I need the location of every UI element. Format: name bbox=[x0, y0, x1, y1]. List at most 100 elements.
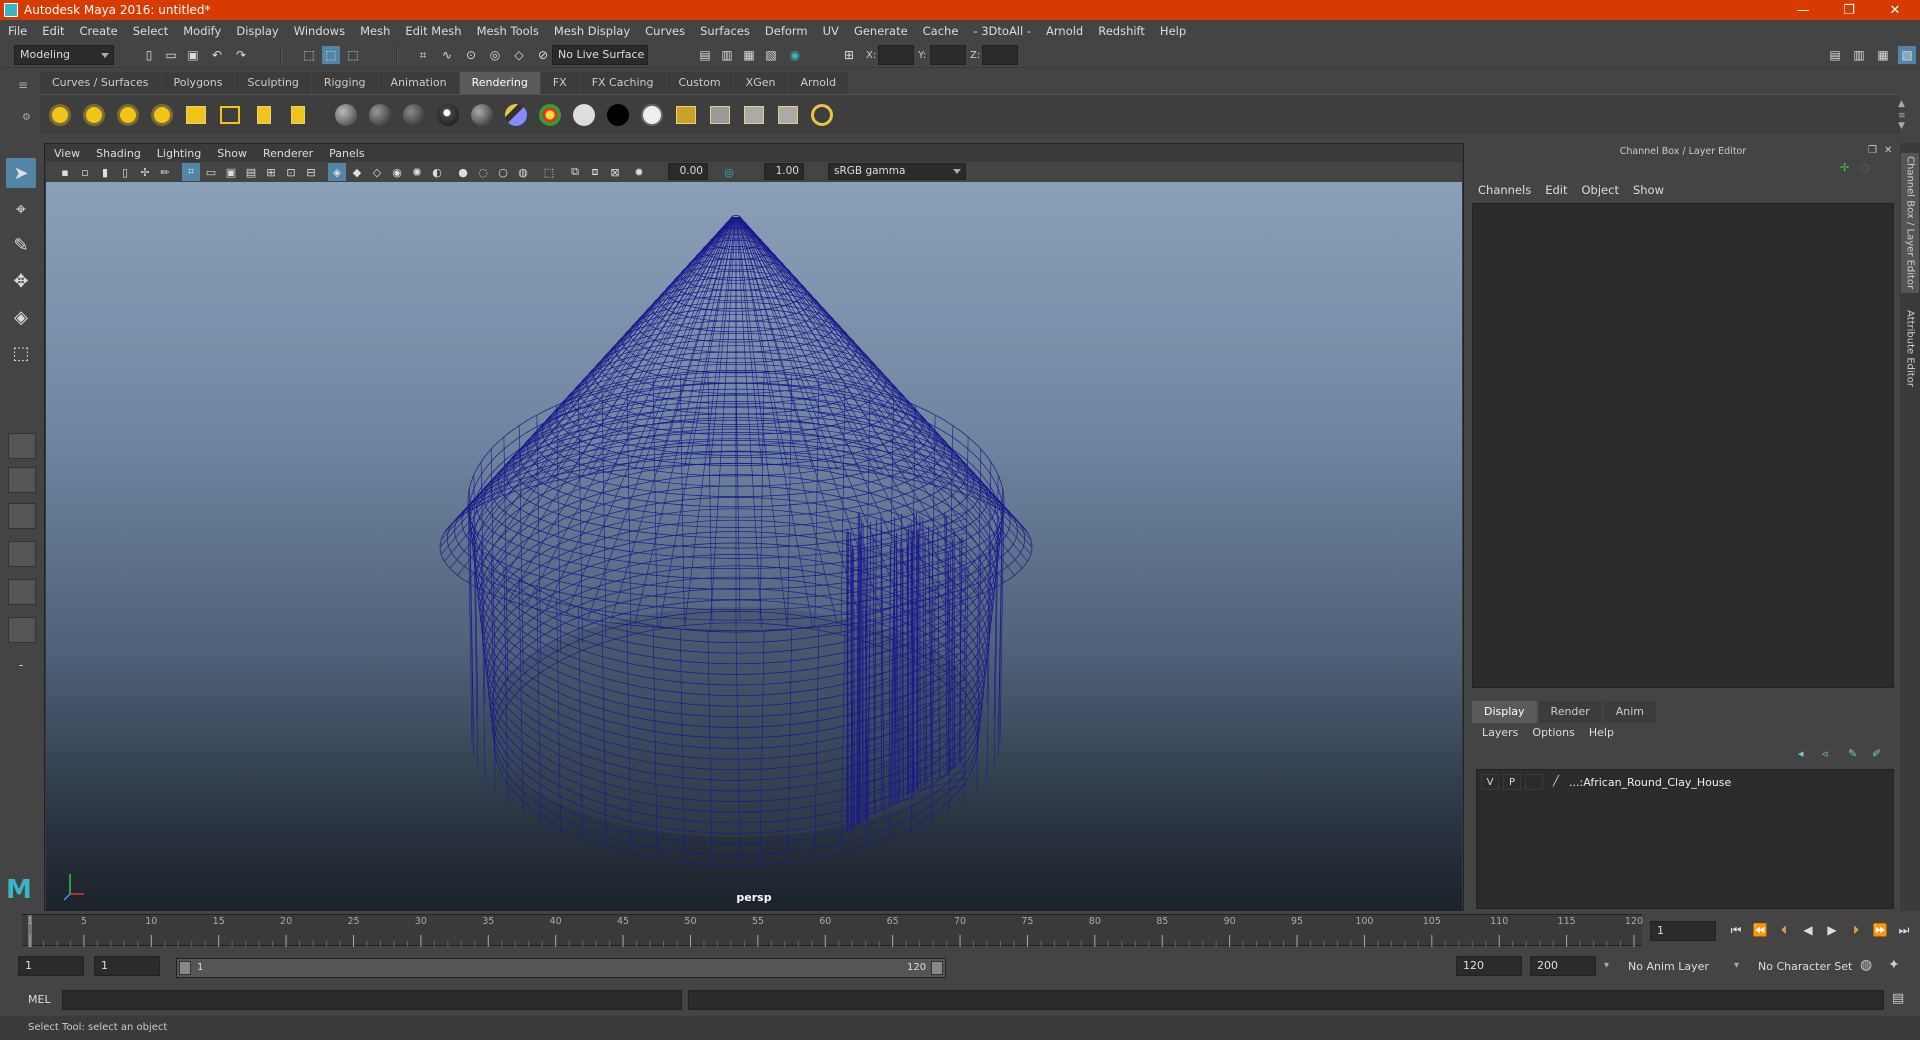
attribute-editor-icon[interactable]: ▥ bbox=[1850, 46, 1868, 64]
menu-uv[interactable]: UV bbox=[823, 24, 839, 38]
menu-mesh-display[interactable]: Mesh Display bbox=[554, 24, 630, 38]
xray-components-icon[interactable]: ⊠ bbox=[606, 163, 624, 181]
film-gate-icon[interactable]: ▭ bbox=[202, 163, 220, 181]
mel-label[interactable]: MEL bbox=[28, 993, 51, 1006]
layer-playback-toggle[interactable]: P bbox=[1503, 774, 1521, 790]
playback-end-field[interactable]: 120 bbox=[1456, 956, 1522, 976]
persp-graph-layout-icon[interactable] bbox=[8, 541, 36, 567]
safe-title-icon[interactable]: ⊟ bbox=[302, 163, 320, 181]
new-scene-icon[interactable]: ▯ bbox=[140, 46, 158, 64]
snap-view-icon[interactable]: ◎ bbox=[486, 46, 504, 64]
shelf-tab-rendering[interactable]: Rendering bbox=[460, 72, 540, 94]
viewport-menu-lighting[interactable]: Lighting bbox=[157, 147, 201, 160]
mode-selector[interactable]: Modeling bbox=[14, 45, 114, 65]
menu-3dtoall[interactable]: - 3DtoAll - bbox=[973, 24, 1031, 38]
menu-cache[interactable]: Cache bbox=[923, 24, 959, 38]
wireframe-icon[interactable]: ◈ bbox=[328, 163, 346, 181]
menu-edit-mesh[interactable]: Edit Mesh bbox=[405, 24, 461, 38]
channel-edit-menu[interactable]: Edit bbox=[1545, 183, 1567, 197]
depth-of-field-icon[interactable]: ◍ bbox=[514, 163, 532, 181]
viewport-menu-renderer[interactable]: Renderer bbox=[263, 147, 313, 160]
step-forward-frame-icon[interactable]: ⏵ bbox=[1848, 922, 1864, 938]
live-surface-icon[interactable]: ⊘ bbox=[534, 46, 552, 64]
phong-shader-icon[interactable] bbox=[400, 101, 428, 129]
wireframe-on-shaded-icon[interactable]: ◇ bbox=[368, 163, 386, 181]
script-editor-icon[interactable]: ▤ bbox=[1892, 991, 1904, 1006]
range-end-handle[interactable] bbox=[931, 961, 943, 975]
character-set-selector[interactable]: No Character Set bbox=[1758, 960, 1852, 973]
minimize-button[interactable]: — bbox=[1780, 0, 1826, 20]
end-time-field[interactable]: 200 bbox=[1530, 956, 1596, 976]
field-chart-icon[interactable]: ⊞ bbox=[262, 163, 280, 181]
xray-joints-icon[interactable]: ⧈ bbox=[586, 163, 604, 181]
shelf-tab-custom[interactable]: Custom bbox=[667, 72, 733, 94]
range-slider[interactable]: 1 120 bbox=[176, 958, 946, 978]
current-time-marker[interactable] bbox=[28, 915, 32, 947]
ipr-render-icon[interactable]: ▦ bbox=[740, 46, 758, 64]
grid-icon[interactable]: ⌗ bbox=[182, 163, 200, 181]
camera-icon[interactable]: ▪ bbox=[56, 163, 74, 181]
channels-menu[interactable]: Channels bbox=[1478, 183, 1531, 197]
anisotropic-shader-icon[interactable] bbox=[468, 101, 496, 129]
layer-visibility-toggle[interactable]: V bbox=[1481, 774, 1499, 790]
shelf-tab-curves-surfaces[interactable]: Curves / Surfaces bbox=[40, 72, 161, 94]
move-layer-up-icon[interactable]: ◂ bbox=[1798, 747, 1804, 760]
go-to-end-icon[interactable]: ⏭ bbox=[1896, 922, 1912, 938]
light-linking-icon[interactable] bbox=[284, 101, 312, 129]
surface-shader-icon[interactable] bbox=[570, 101, 598, 129]
viewport-menu-panels[interactable]: Panels bbox=[329, 147, 364, 160]
snap-grid-icon[interactable]: ⌗ bbox=[414, 46, 432, 64]
channel-box-icon[interactable]: ▧ bbox=[1898, 46, 1916, 64]
layer-row[interactable]: V P ╱ ...:African_Round_Clay_House bbox=[1477, 772, 1893, 792]
z-input[interactable] bbox=[982, 45, 1018, 65]
shelf-tab-xgen[interactable]: XGen bbox=[734, 72, 788, 94]
ramp-shader-icon[interactable] bbox=[536, 101, 564, 129]
menu-windows[interactable]: Windows bbox=[294, 24, 345, 38]
screen-space-ao-icon[interactable]: ● bbox=[454, 163, 472, 181]
2d-pan-zoom-icon[interactable]: ✢ bbox=[136, 163, 154, 181]
redo-icon[interactable]: ↷ bbox=[232, 46, 250, 64]
safe-action-icon[interactable]: ⊡ bbox=[282, 163, 300, 181]
side-tab-attribute-editor[interactable]: Attribute Editor bbox=[1901, 303, 1919, 393]
step-back-frame-icon[interactable]: ⏴ bbox=[1776, 922, 1792, 938]
gamma-field[interactable]: 1.00 bbox=[764, 163, 804, 180]
options-menu[interactable]: Options bbox=[1532, 726, 1574, 739]
resolution-gate-icon[interactable]: ▣ bbox=[222, 163, 240, 181]
shelf-tab-fx[interactable]: FX bbox=[541, 72, 579, 94]
shelf-tab-fx-caching[interactable]: FX Caching bbox=[580, 72, 666, 94]
channel-show-menu[interactable]: Show bbox=[1633, 183, 1664, 197]
x-input[interactable] bbox=[878, 45, 914, 65]
smooth-shade-icon[interactable]: ◆ bbox=[348, 163, 366, 181]
hypershade-icon[interactable]: ◉ bbox=[786, 46, 804, 64]
rotate-tool-icon[interactable]: ◈ bbox=[6, 302, 36, 332]
time-slider[interactable]: 1510152025303540455055606570758085909510… bbox=[22, 914, 1642, 946]
motion-blur-icon[interactable]: ◌ bbox=[474, 163, 492, 181]
single-perspective-layout-icon[interactable] bbox=[8, 433, 36, 459]
area-light-icon[interactable] bbox=[182, 101, 210, 129]
xray-icon[interactable]: ⧉ bbox=[566, 163, 584, 181]
camera-attributes-icon[interactable]: ▫ bbox=[76, 163, 94, 181]
batch-render-icon[interactable] bbox=[740, 101, 768, 129]
select-tool-icon[interactable]: ➤ bbox=[6, 158, 36, 188]
textured-icon[interactable]: ◉ bbox=[388, 163, 406, 181]
play-backward-icon[interactable]: ◀ bbox=[1800, 922, 1816, 938]
layer-name[interactable]: ...:African_Round_Clay_House bbox=[1569, 776, 1731, 789]
step-back-key-icon[interactable]: ⏪ bbox=[1752, 922, 1768, 938]
render-frame-icon[interactable]: ▥ bbox=[718, 46, 736, 64]
layers-menu[interactable]: Layers bbox=[1482, 726, 1518, 739]
side-tab-channel-box[interactable]: Channel Box / Layer Editor bbox=[1901, 153, 1919, 293]
menu-deform[interactable]: Deform bbox=[765, 24, 808, 38]
white-shader-icon[interactable] bbox=[638, 101, 666, 129]
snap-surface-icon[interactable]: ◇ bbox=[510, 46, 528, 64]
color-space-selector[interactable]: sRGB gamma bbox=[828, 163, 966, 180]
four-view-layout-icon[interactable] bbox=[8, 467, 36, 493]
snap-curve-icon[interactable]: ∿ bbox=[438, 46, 456, 64]
select-object-icon[interactable]: ⬚ bbox=[322, 46, 340, 64]
anim-layer-selector[interactable]: No Anim Layer bbox=[1628, 960, 1709, 973]
auto-key-icon[interactable]: ◍ bbox=[1860, 957, 1872, 973]
tab-anim[interactable]: Anim bbox=[1604, 701, 1656, 723]
menu-display[interactable]: Display bbox=[236, 24, 278, 38]
shelf-menu-icon[interactable]: ≡ bbox=[1898, 111, 1906, 121]
transform-input-icon[interactable]: ⊞ bbox=[840, 46, 858, 64]
hypershade-layout-icon[interactable] bbox=[8, 617, 36, 643]
